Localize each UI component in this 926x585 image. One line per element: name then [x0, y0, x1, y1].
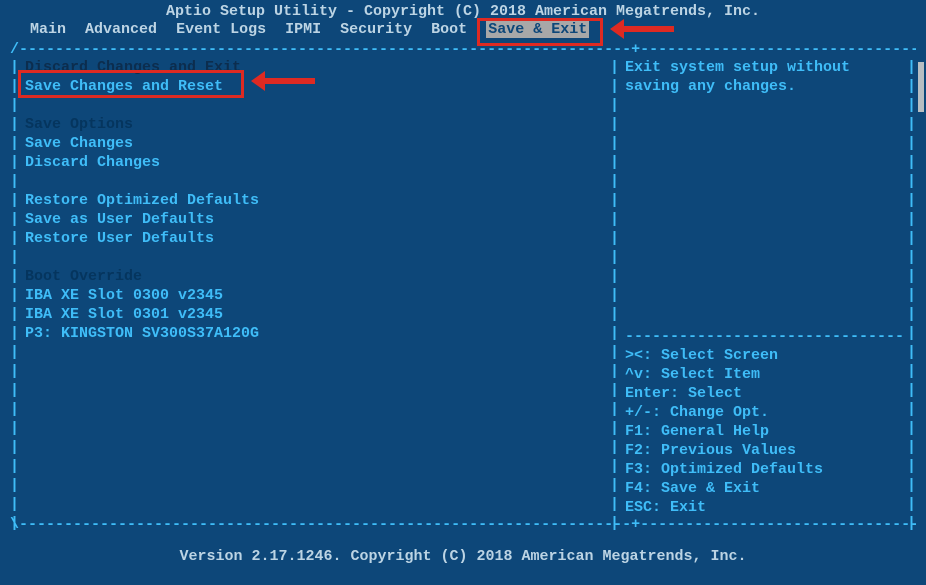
legend-change-opt: +/-: Change Opt.	[625, 403, 907, 422]
legend-f4: F4: Save & Exit	[625, 479, 907, 498]
menu-restore-optimized-defaults[interactable]: Restore Optimized Defaults	[25, 191, 610, 210]
heading-boot-override: Boot Override	[25, 267, 610, 286]
tab-ipmi[interactable]: IPMI	[285, 21, 321, 38]
menu-save-changes[interactable]: Save Changes	[25, 134, 610, 153]
footer-version: Version 2.17.1246. Copyright (C) 2018 Am…	[0, 548, 926, 565]
right-separator: -------------------------------	[625, 327, 907, 346]
frame-border-left: |||||||||||||||||||||||||	[10, 58, 19, 517]
legend-select-item: ^v: Select Item	[625, 365, 907, 384]
help-text-line1: Exit system setup without	[625, 58, 907, 77]
heading-save-options: Save Options	[25, 115, 610, 134]
boot-override-3[interactable]: P3: KINGSTON SV300S37A120G	[25, 324, 610, 343]
menu-save-user-defaults[interactable]: Save as User Defaults	[25, 210, 610, 229]
menu-restore-user-defaults[interactable]: Restore User Defaults	[25, 229, 610, 248]
tab-security[interactable]: Security	[340, 21, 412, 38]
content-frame: /---------------------------------------…	[10, 42, 916, 533]
right-panel: Exit system setup without saving any cha…	[619, 58, 907, 517]
left-panel: Discard Changes and Exit Save Changes an…	[19, 58, 610, 517]
tab-event-logs[interactable]: Event Logs	[176, 21, 266, 38]
legend-select-screen: ><: Select Screen	[625, 346, 907, 365]
tab-save-exit[interactable]: Save & Exit	[486, 21, 589, 38]
boot-override-2[interactable]: IBA XE Slot 0301 v2345	[25, 305, 610, 324]
scrollbar-thumb[interactable]	[918, 62, 924, 112]
menu-save-changes-reset[interactable]: Save Changes and Reset	[25, 77, 610, 96]
legend-f1: F1: General Help	[625, 422, 907, 441]
frame-border-bottom: \---------------------------------------…	[10, 517, 916, 533]
legend-esc: ESC: Exit	[625, 498, 907, 517]
tab-advanced[interactable]: Advanced	[85, 21, 157, 38]
top-menu: Main Advanced Event Logs IPMI Security B…	[0, 21, 926, 41]
boot-override-1[interactable]: IBA XE Slot 0300 v2345	[25, 286, 610, 305]
help-text-line2: saving any changes.	[625, 77, 907, 96]
legend-enter: Enter: Select	[625, 384, 907, 403]
menu-discard-changes-exit[interactable]: Discard Changes and Exit	[25, 58, 610, 77]
tab-boot[interactable]: Boot	[431, 21, 467, 38]
legend-f2: F2: Previous Values	[625, 441, 907, 460]
utility-title: Aptio Setup Utility - Copyright (C) 2018…	[0, 0, 926, 21]
frame-border-top: /---------------------------------------…	[10, 42, 916, 58]
frame-border-right: |||||||||||||||||||||||||	[907, 58, 916, 517]
tab-main[interactable]: Main	[30, 21, 66, 38]
menu-discard-changes[interactable]: Discard Changes	[25, 153, 610, 172]
frame-border-middle: |||||||||||||||||||||||||	[610, 58, 619, 517]
legend-f3: F3: Optimized Defaults	[625, 460, 907, 479]
